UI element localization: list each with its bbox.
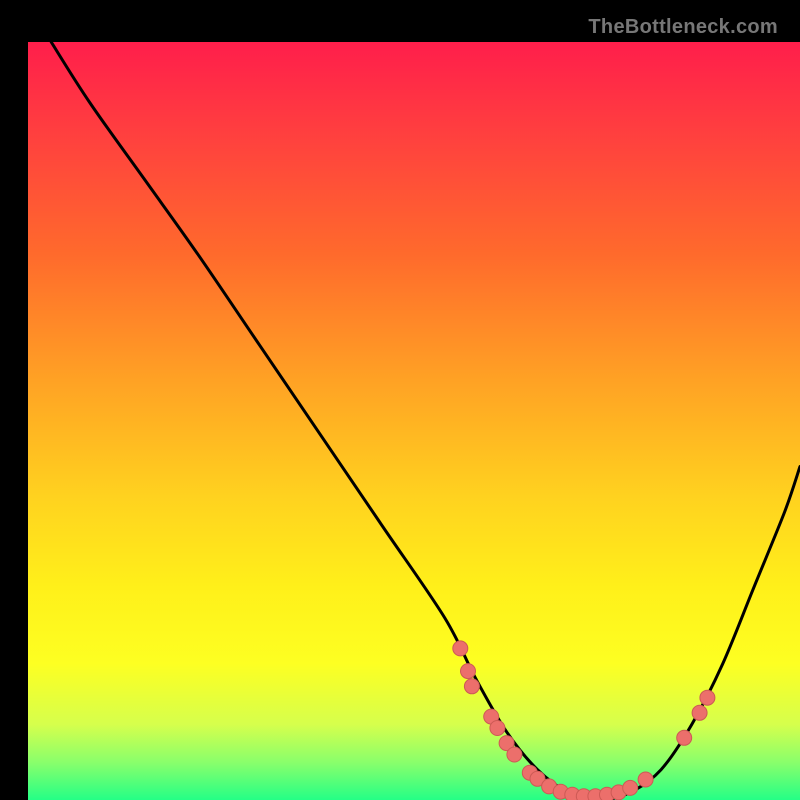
chart-frame: TheBottleneck.com [14,14,786,786]
data-marker [692,705,707,720]
data-marker [461,664,476,679]
data-marker [490,721,505,736]
chart-svg [28,42,800,800]
data-marker [507,747,522,762]
plot-area [28,42,800,800]
data-marker [677,730,692,745]
data-marker [638,772,653,787]
bottleneck-curve [51,42,800,800]
watermark-text: TheBottleneck.com [588,16,778,39]
data-marker [464,679,479,694]
data-marker [453,641,468,656]
data-marker [700,690,715,705]
data-marker [623,780,638,795]
